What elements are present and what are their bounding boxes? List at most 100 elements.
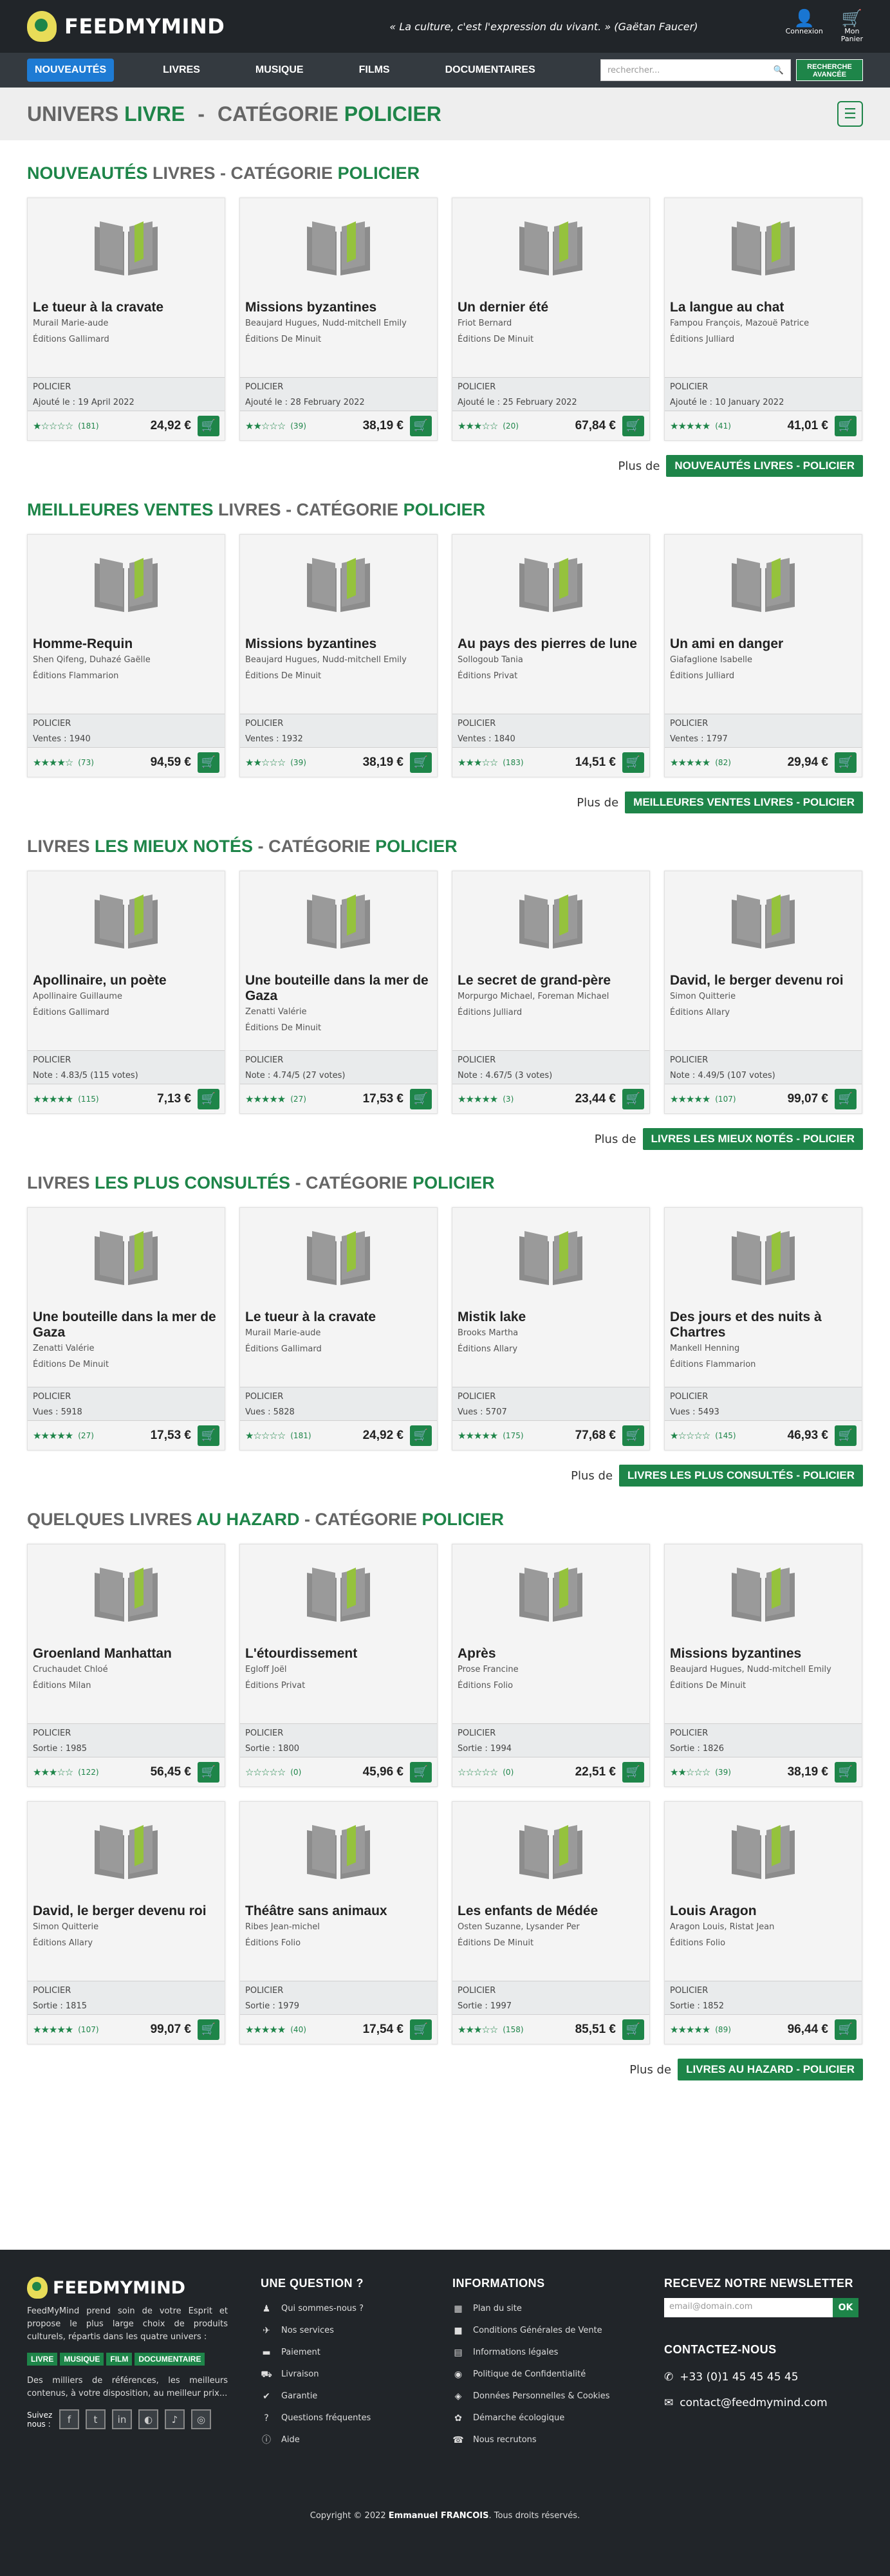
book-card[interactable]: La langue au chat Fampou François, Mazouë… [664, 198, 862, 441]
add-to-cart-button[interactable]: 🛒 [835, 415, 857, 436]
footer-link[interactable]: ◈ Données Personnelles & Cookies [452, 2386, 610, 2407]
book-title[interactable]: Missions byzantines [245, 300, 432, 315]
book-cover[interactable] [28, 198, 225, 300]
footer-logo[interactable]: FEEDMYMIND [27, 2277, 228, 2299]
book-cover[interactable] [452, 535, 649, 636]
footer-link[interactable]: ▤ Informations légales [452, 2342, 610, 2364]
login-button[interactable]: 👤 Connexion [786, 10, 823, 35]
footer-link[interactable]: ✿ Démarche écologique [452, 2407, 610, 2429]
add-to-cart-button[interactable]: 🛒 [622, 2019, 644, 2040]
book-author[interactable]: Zenatti Valérie [245, 1006, 432, 1018]
book-author[interactable]: Shen Qifeng, Duhazé Gaëlle [33, 654, 219, 666]
more-button[interactable]: NOUVEAUTÉS LIVRES - POLICIER [666, 455, 863, 477]
instagram-icon[interactable]: ◎ [191, 2409, 211, 2429]
footer-link[interactable]: ▬ Paiement [261, 2342, 371, 2364]
messenger-icon[interactable]: ◐ [138, 2409, 158, 2429]
book-author[interactable]: Beaujard Hugues, Nudd-mitchell Emily [245, 318, 432, 329]
book-cover[interactable] [665, 198, 862, 300]
book-author[interactable]: Aragon Louis, Ristat Jean [670, 1922, 857, 1933]
tiktok-icon[interactable]: ♪ [165, 2409, 185, 2429]
newsletter-email-input[interactable]: email@domain.com [664, 2298, 833, 2317]
nav-item-documentaires[interactable]: DOCUMENTAIRES [436, 58, 544, 82]
add-to-cart-button[interactable]: 🛒 [622, 1088, 644, 1109]
book-title[interactable]: Le tueur à la cravate [245, 1310, 432, 1325]
book-cover[interactable] [28, 871, 225, 973]
book-author[interactable]: Zenatti Valérie [33, 1343, 219, 1355]
book-author[interactable]: Murail Marie-aude [33, 318, 219, 329]
add-to-cart-button[interactable]: 🛒 [622, 1761, 644, 1783]
add-to-cart-button[interactable]: 🛒 [622, 752, 644, 773]
add-to-cart-button[interactable]: 🛒 [622, 1425, 644, 1446]
book-title[interactable]: La langue au chat [670, 300, 857, 315]
book-card[interactable]: Homme-Requin Shen Qifeng, Duhazé Gaëlle Éd… [27, 534, 225, 777]
book-title[interactable]: Le secret de grand-père [458, 973, 644, 988]
book-cover[interactable] [665, 1208, 862, 1310]
add-to-cart-button[interactable]: 🛒 [835, 1425, 857, 1446]
book-card[interactable]: Au pays des pierres de lune Sollogoub Tan… [452, 534, 650, 777]
nav-item-musique[interactable]: MUSIQUE [246, 58, 313, 82]
book-card[interactable]: Après Prose Francine Éditions Folio POLICIE… [452, 1544, 650, 1787]
book-cover[interactable] [240, 1208, 437, 1310]
book-cover[interactable] [665, 1544, 862, 1646]
book-title[interactable]: David, le berger devenu roi [33, 1904, 219, 1919]
book-card[interactable]: David, le berger devenu roi Simon Quitter… [664, 871, 862, 1114]
book-author[interactable]: Apollinaire Guillaume [33, 991, 219, 1003]
footer-link[interactable]: ✈ Nos services [261, 2320, 371, 2342]
add-to-cart-button[interactable]: 🛒 [198, 2019, 219, 2040]
book-card[interactable]: Missions byzantines Beaujard Hugues, Nudd… [664, 1544, 862, 1787]
facebook-icon[interactable]: f [59, 2409, 79, 2429]
book-cover[interactable] [28, 1544, 225, 1646]
book-cover[interactable] [28, 535, 225, 636]
book-title[interactable]: Louis Aragon [670, 1904, 857, 1919]
book-title[interactable]: Homme-Requin [33, 636, 219, 652]
book-card[interactable]: Le tueur à la cravate Murail Marie-aude Éd… [239, 1207, 438, 1450]
twitter-icon[interactable]: t [86, 2409, 106, 2429]
book-title[interactable]: Les enfants de Médée [458, 1904, 644, 1919]
book-title[interactable]: Au pays des pierres de lune [458, 636, 644, 652]
book-card[interactable]: Théâtre sans animaux Ribes Jean-michel Édi… [239, 1801, 438, 2044]
book-card[interactable]: David, le berger devenu roi Simon Quitter… [27, 1801, 225, 2044]
more-button[interactable]: LIVRES LES MIEUX NOTÉS - POLICIER [642, 1128, 863, 1150]
book-author[interactable]: Morpurgo Michael, Foreman Michael [458, 991, 644, 1003]
book-card[interactable]: Un dernier été Friot Bernard Éditions De M… [452, 198, 650, 441]
footer-link[interactable]: ☎ Nous recrutons [452, 2429, 610, 2451]
add-to-cart-button[interactable]: 🛒 [835, 752, 857, 773]
book-title[interactable]: Le tueur à la cravate [33, 300, 219, 315]
book-cover[interactable] [665, 1802, 862, 1904]
book-author[interactable]: Simon Quitterie [33, 1922, 219, 1933]
book-card[interactable]: Louis Aragon Aragon Louis, Ristat Jean Édi… [664, 1801, 862, 2044]
book-card[interactable]: L'étourdissement Egloff Joël Éditions Priv… [239, 1544, 438, 1787]
book-title[interactable]: Des jours et des nuits à Chartres [670, 1310, 857, 1340]
search-icon[interactable]: 🔍 [774, 66, 784, 75]
add-to-cart-button[interactable]: 🛒 [198, 1088, 219, 1109]
book-card[interactable]: Des jours et des nuits à Chartres Mankell… [664, 1207, 862, 1450]
book-author[interactable]: Giafaglione Isabelle [670, 654, 857, 666]
book-card[interactable]: Mistik lake Brooks Martha Éditions Allary P… [452, 1207, 650, 1450]
more-button[interactable]: MEILLEURES VENTES LIVRES - POLICIER [625, 792, 863, 813]
book-card[interactable]: Apollinaire, un poète Apollinaire Guillau… [27, 871, 225, 1114]
advanced-search-button[interactable]: RECHERCHE AVANCÉE [796, 59, 863, 81]
book-author[interactable]: Beaujard Hugues, Nudd-mitchell Emily [245, 654, 432, 666]
footer-link[interactable]: ■ Conditions Générales de Vente [452, 2320, 610, 2342]
footer-tag-documentaire[interactable]: DOCUMENTAIRE [134, 2353, 205, 2366]
add-to-cart-button[interactable]: 🛒 [835, 1088, 857, 1109]
book-author[interactable]: Murail Marie-aude [245, 1328, 432, 1339]
footer-link[interactable]: ⓘ Aide [261, 2429, 371, 2451]
book-cover[interactable] [28, 1208, 225, 1310]
book-author[interactable]: Sollogoub Tania [458, 654, 644, 666]
add-to-cart-button[interactable]: 🛒 [410, 1088, 432, 1109]
contact-email[interactable]: ✉ contact@feedmymind.com [664, 2390, 858, 2416]
book-cover[interactable] [240, 1802, 437, 1904]
book-author[interactable]: Simon Quitterie [670, 991, 857, 1003]
book-cover[interactable] [452, 1802, 649, 1904]
add-to-cart-button[interactable]: 🛒 [835, 2019, 857, 2040]
book-author[interactable]: Fampou François, Mazouë Patrice [670, 318, 857, 329]
book-card[interactable]: Une bouteille dans la mer de Gaza Zenatti… [239, 871, 438, 1114]
add-to-cart-button[interactable]: 🛒 [198, 752, 219, 773]
book-card[interactable]: Le tueur à la cravate Murail Marie-aude Éd… [27, 198, 225, 441]
book-card[interactable]: Les enfants de Médée Osten Suzanne, Lysan… [452, 1801, 650, 2044]
book-title[interactable]: Missions byzantines [245, 636, 432, 652]
book-author[interactable]: Osten Suzanne, Lysander Per [458, 1922, 644, 1933]
book-author[interactable]: Prose Francine [458, 1664, 644, 1676]
footer-link[interactable]: ▦ Plan du site [452, 2298, 610, 2320]
